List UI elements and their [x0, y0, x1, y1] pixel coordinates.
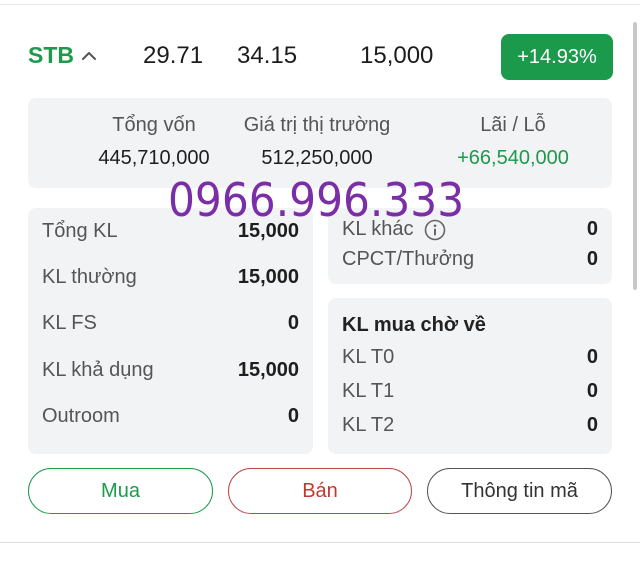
holding-value: 0 — [287, 405, 299, 427]
market-value-label: Giá trị thị trường — [243, 114, 391, 136]
market-value-value: 512,250,000 — [261, 147, 373, 169]
market-price: 34.15 — [237, 42, 298, 69]
pending-value: 0 — [586, 380, 598, 402]
holding-label: Outroom — [42, 405, 120, 427]
chevron-up-icon — [82, 51, 96, 60]
bottom-divider — [0, 542, 640, 543]
avg-price: 29.71 — [143, 42, 204, 69]
total-capital-label: Tổng vốn — [112, 114, 196, 136]
stock-info-button[interactable]: Thông tin mã — [427, 468, 612, 514]
holding-label: Tổng KL — [42, 220, 118, 242]
symbol-toggle[interactable]: STB — [28, 42, 98, 69]
profit-loss-value: +66,540,000 — [457, 147, 569, 169]
total-capital-value: 445,710,000 — [98, 147, 210, 169]
sell-button[interactable]: Bán — [228, 468, 412, 514]
phone-watermark: 0966.996.333 — [168, 173, 465, 227]
pending-value: 0 — [586, 414, 598, 436]
holding-label: KL thường — [42, 266, 137, 288]
holding-label: KL FS — [42, 312, 97, 334]
holding-value: 15,000 — [237, 266, 299, 288]
change-percent-badge: +14.93% — [501, 34, 613, 80]
holdings-card: Tổng KL 15,000 KL thường 15,000 KL FS 0 … — [28, 208, 313, 454]
holding-value: 15,000 — [237, 359, 299, 381]
pending-row-t1: KL T1 0 — [342, 380, 598, 403]
holding-value: 0 — [287, 312, 299, 334]
holding-label: KL khả dụng — [42, 359, 154, 381]
buy-button[interactable]: Mua — [28, 468, 213, 514]
profit-loss-label: Lãi / Lỗ — [480, 114, 546, 136]
pending-buy-card: KL mua chờ về KL T0 0 KL T1 0 KL T2 0 — [328, 298, 612, 454]
other-label: CPCT/Thưởng — [342, 248, 475, 270]
profit-loss: Lãi / Lỗ +66,540,000 — [438, 114, 588, 170]
top-divider — [0, 4, 640, 5]
holding-row-available: KL khả dụng 15,000 — [42, 359, 299, 382]
stock-symbol: STB — [28, 42, 74, 68]
pending-label: KL T0 — [342, 346, 395, 368]
other-value: 0 — [586, 248, 598, 270]
pending-label: KL T2 — [342, 414, 395, 436]
total-capital: Tổng vốn 445,710,000 — [56, 114, 252, 170]
holding-row-normal: KL thường 15,000 — [42, 266, 299, 289]
market-value: Giá trị thị trường 512,250,000 — [233, 114, 401, 170]
holding-row-fs: KL FS 0 — [42, 312, 299, 335]
holding-row-outroom: Outroom 0 — [42, 405, 299, 428]
pending-row-t0: KL T0 0 — [342, 346, 598, 369]
other-row-cpct: CPCT/Thưởng 0 — [342, 248, 598, 271]
pending-value: 0 — [586, 346, 598, 368]
pending-label: KL T1 — [342, 380, 395, 402]
pending-row-t2: KL T2 0 — [342, 414, 598, 437]
quantity: 15,000 — [360, 42, 434, 69]
other-value: 0 — [586, 218, 598, 240]
stock-header: STB 29.71 34.15 15,000 +14.93% — [0, 30, 640, 82]
pending-title: KL mua chờ về — [342, 314, 486, 336]
